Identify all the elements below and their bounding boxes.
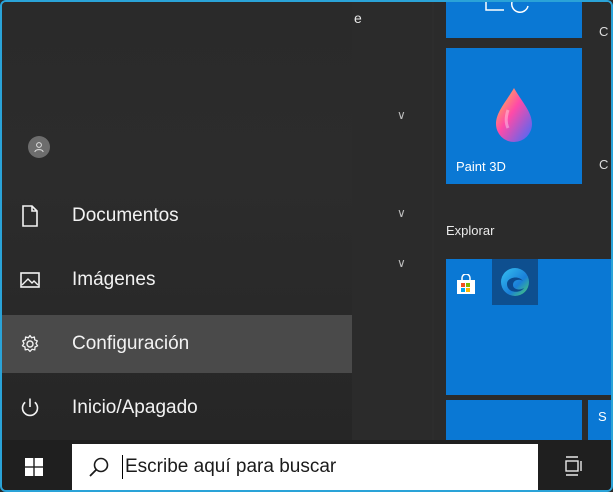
tile-explorar-group[interactable] <box>446 259 611 395</box>
taskbar: Escribe aquí para buscar <box>2 440 611 490</box>
rail-item-label: Inicio/Apagado <box>72 397 198 418</box>
app-list[interactable] <box>352 2 432 440</box>
task-view-button[interactable] <box>562 453 586 479</box>
store-icon[interactable] <box>454 273 478 297</box>
edge-icon[interactable] <box>492 259 538 305</box>
gear-icon <box>2 334 58 354</box>
tile-bottom-partial[interactable] <box>446 400 582 440</box>
tile-label: Paint 3D <box>456 159 506 174</box>
chevron-down-icon[interactable]: ∨ <box>397 206 406 220</box>
rail-item-label: Documentos <box>72 205 179 226</box>
rail-item-label: Imágenes <box>72 269 156 290</box>
tile-top-partial[interactable] <box>446 2 582 38</box>
chevron-down-icon[interactable]: ∨ <box>397 108 406 122</box>
tile-paint-3d[interactable]: Paint 3D <box>446 48 582 184</box>
tile-edge-letter: C <box>599 157 609 172</box>
rail-item-inicio-apagado[interactable]: Inicio/Apagado <box>2 379 352 437</box>
power-icon <box>2 397 58 419</box>
pictures-icon <box>2 271 58 289</box>
app-list-letter-header[interactable]: e <box>354 10 362 26</box>
tile-group-header[interactable]: Explorar <box>446 223 494 238</box>
text-caret <box>122 455 123 479</box>
search-placeholder: Escribe aquí para buscar <box>125 456 337 477</box>
start-left-rail: Documentos Imágenes Configuración Inicio… <box>2 2 352 440</box>
chevron-down-icon[interactable]: ∨ <box>397 256 406 270</box>
rail-item-documentos[interactable]: Documentos <box>2 187 352 245</box>
tile-edge-letter: S <box>598 409 607 424</box>
tile-icon <box>485 2 529 13</box>
start-button[interactable] <box>14 450 54 484</box>
task-view-icon <box>565 456 582 476</box>
user-icon <box>34 142 44 153</box>
tile-bottom-partial-right[interactable]: S <box>588 400 611 440</box>
rail-item-label: Configuración <box>72 333 190 354</box>
rail-item-configuracion[interactable]: Configuración <box>2 315 352 373</box>
user-avatar[interactable] <box>28 136 50 158</box>
taskbar-search-box[interactable]: Escribe aquí para buscar <box>72 444 538 490</box>
tile-edge-letter: C <box>599 24 609 39</box>
rail-item-imagenes[interactable]: Imágenes <box>2 251 352 309</box>
document-icon <box>2 205 58 227</box>
start-menu-window: Documentos Imágenes Configuración Inicio… <box>0 0 613 492</box>
windows-logo-icon <box>25 458 43 476</box>
paint-3d-icon <box>496 88 532 142</box>
search-icon <box>88 456 112 478</box>
